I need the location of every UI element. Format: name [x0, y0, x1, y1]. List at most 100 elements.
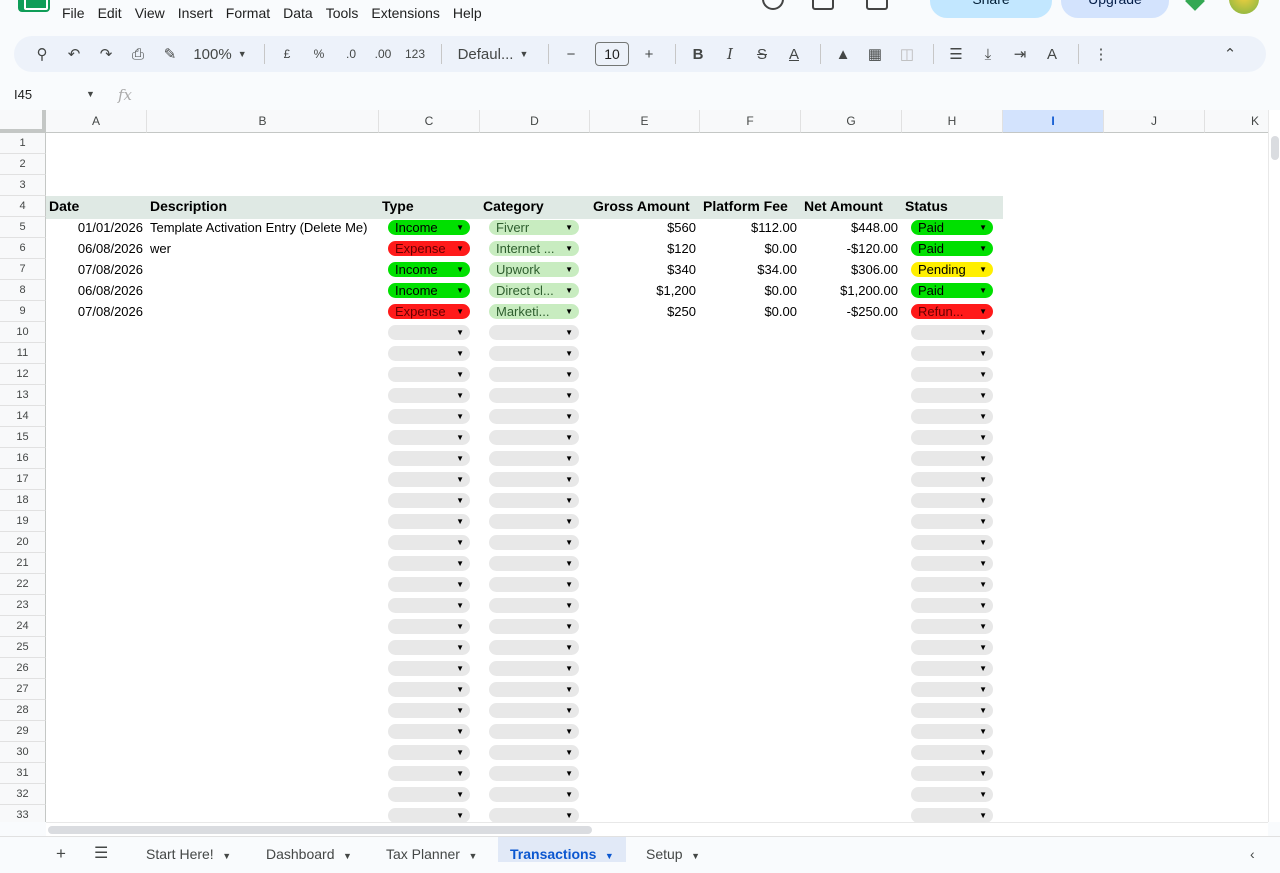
type-dropdown[interactable]: ▼ [388, 493, 470, 508]
borders-icon[interactable]: ▦ [861, 40, 889, 68]
sheet-tab-setup[interactable]: Setup ▼ [634, 837, 712, 862]
type-dropdown[interactable]: ▼ [388, 430, 470, 445]
font-size-input[interactable]: 10 [595, 42, 629, 66]
column-header-k[interactable]: K [1205, 110, 1268, 133]
status-dropdown[interactable]: ▼ [911, 640, 993, 655]
row-header[interactable]: 1 [0, 133, 46, 154]
chevron-left-icon[interactable]: ‹ [1238, 837, 1267, 862]
status-dropdown[interactable]: Pending ▼ [911, 262, 993, 277]
row-header[interactable]: 13 [0, 385, 46, 406]
history-icon[interactable] [762, 0, 784, 10]
status-dropdown[interactable]: ▼ [911, 325, 993, 340]
type-dropdown[interactable]: ▼ [388, 724, 470, 739]
cell-description[interactable]: wer [150, 241, 171, 256]
menu-edit[interactable]: Edit [98, 5, 122, 21]
sheets-logo[interactable] [18, 0, 50, 12]
status-dropdown[interactable]: ▼ [911, 430, 993, 445]
category-dropdown[interactable]: ▼ [489, 409, 579, 424]
name-box[interactable]: I45 [14, 87, 32, 102]
collapse-toolbar-icon[interactable]: ⌃ [1216, 40, 1244, 68]
row-header[interactable]: 9 [0, 301, 46, 322]
menu-tools[interactable]: Tools [326, 5, 359, 21]
number-format-button[interactable]: 123 [401, 40, 429, 68]
type-dropdown[interactable]: ▼ [388, 367, 470, 382]
font-select[interactable]: Defaul... ▼ [450, 40, 536, 68]
row-header[interactable]: 30 [0, 742, 46, 763]
column-header-j[interactable]: J [1104, 110, 1205, 133]
zoom-select[interactable]: 100% ▼ [188, 40, 252, 68]
cell-date[interactable]: 06/08/2026 [46, 241, 143, 256]
status-dropdown[interactable]: ▼ [911, 787, 993, 802]
cell-fee[interactable]: $0.00 [700, 304, 797, 319]
category-dropdown[interactable]: ▼ [489, 661, 579, 676]
category-dropdown[interactable]: ▼ [489, 451, 579, 466]
comment-icon[interactable] [812, 0, 834, 10]
scroll-thumb[interactable] [1271, 136, 1279, 160]
more-options-icon[interactable]: ⋮ [1087, 40, 1115, 68]
type-dropdown[interactable]: ▼ [388, 472, 470, 487]
column-header-b[interactable]: B [147, 110, 379, 133]
category-dropdown[interactable]: ▼ [489, 367, 579, 382]
status-dropdown[interactable]: ▼ [911, 514, 993, 529]
type-dropdown[interactable]: ▼ [388, 325, 470, 340]
type-dropdown[interactable]: Income ▼ [388, 283, 470, 298]
cell-net[interactable]: -$120.00 [801, 241, 898, 256]
horizontal-scrollbar[interactable] [46, 822, 1268, 836]
status-dropdown[interactable]: ▼ [911, 703, 993, 718]
type-dropdown[interactable]: ▼ [388, 388, 470, 403]
share-button[interactable]: Share [930, 0, 1052, 18]
type-dropdown[interactable]: ▼ [388, 535, 470, 550]
menu-extensions[interactable]: Extensions [371, 5, 439, 21]
category-dropdown[interactable]: Direct cl... ▼ [489, 283, 579, 298]
status-dropdown[interactable]: ▼ [911, 808, 993, 822]
decrease-decimal-button[interactable]: .0 [337, 40, 365, 68]
status-dropdown[interactable]: ▼ [911, 493, 993, 508]
row-header[interactable]: 7 [0, 259, 46, 280]
decrease-font-size-button[interactable]: − [557, 40, 585, 68]
cell-gross[interactable]: $1,200 [590, 283, 696, 298]
row-header[interactable]: 14 [0, 406, 46, 427]
category-dropdown[interactable]: ▼ [489, 346, 579, 361]
type-dropdown[interactable]: Expense ▼ [388, 304, 470, 319]
row-header[interactable]: 3 [0, 175, 46, 196]
cell-fee[interactable]: $112.00 [700, 220, 797, 235]
vertical-scrollbar[interactable] [1268, 110, 1280, 822]
type-dropdown[interactable]: ▼ [388, 661, 470, 676]
category-dropdown[interactable]: ▼ [489, 556, 579, 571]
status-dropdown[interactable]: ▼ [911, 598, 993, 613]
cell-gross[interactable]: $560 [590, 220, 696, 235]
text-color-button[interactable]: A [780, 40, 808, 68]
type-dropdown[interactable]: ▼ [388, 808, 470, 822]
row-header[interactable]: 11 [0, 343, 46, 364]
vertical-align-icon[interactable]: ⤓ [974, 40, 1002, 68]
redo-icon[interactable]: ↷ [92, 40, 120, 68]
bold-button[interactable]: B [684, 40, 712, 68]
fill-color-icon[interactable]: ▲ [829, 40, 857, 68]
row-header[interactable]: 12 [0, 364, 46, 385]
meet-icon[interactable] [866, 0, 888, 10]
row-header[interactable]: 19 [0, 511, 46, 532]
align-left-icon[interactable]: ☰ [942, 40, 970, 68]
status-dropdown[interactable]: Refun... ▼ [911, 304, 993, 319]
status-dropdown[interactable]: Paid ▼ [911, 283, 993, 298]
status-dropdown[interactable]: ▼ [911, 451, 993, 466]
type-dropdown[interactable]: ▼ [388, 619, 470, 634]
row-header[interactable]: 16 [0, 448, 46, 469]
row-header[interactable]: 4 [0, 196, 46, 217]
menu-help[interactable]: Help [453, 5, 482, 21]
chevron-down-icon[interactable]: ▼ [689, 851, 700, 861]
category-dropdown[interactable]: ▼ [489, 703, 579, 718]
all-sheets-icon[interactable]: ☰ [82, 837, 120, 862]
category-dropdown[interactable]: ▼ [489, 808, 579, 822]
row-header[interactable]: 2 [0, 154, 46, 175]
undo-icon[interactable]: ↶ [60, 40, 88, 68]
row-header[interactable]: 32 [0, 784, 46, 805]
type-dropdown[interactable]: ▼ [388, 640, 470, 655]
column-header-h[interactable]: H [902, 110, 1003, 133]
category-dropdown[interactable]: ▼ [489, 598, 579, 613]
row-header[interactable]: 26 [0, 658, 46, 679]
row-header[interactable]: 33 [0, 805, 46, 822]
menu-data[interactable]: Data [283, 5, 313, 21]
status-dropdown[interactable]: Paid ▼ [911, 241, 993, 256]
row-header[interactable]: 17 [0, 469, 46, 490]
